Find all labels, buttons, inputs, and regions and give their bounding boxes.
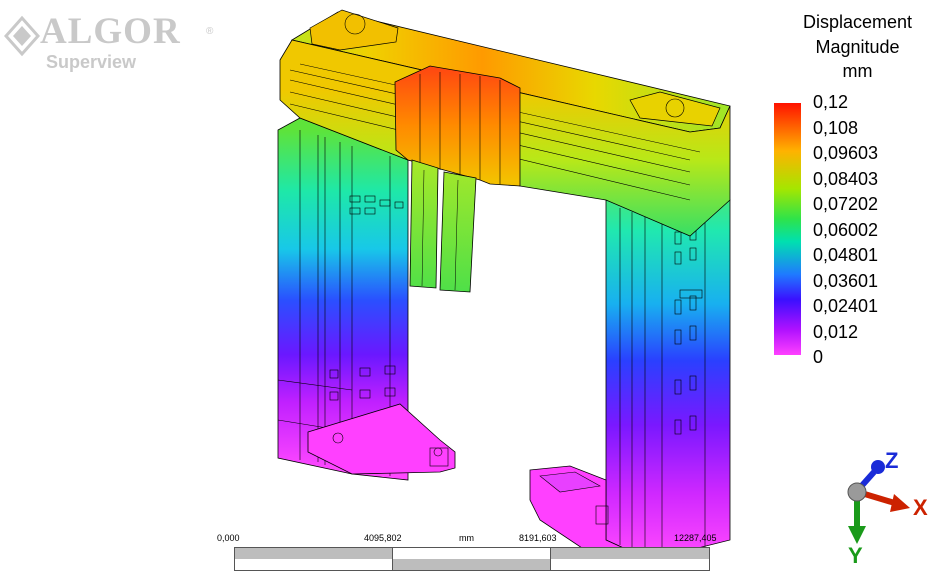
y-axis-label: Y xyxy=(848,543,863,568)
legend-value: 0 xyxy=(813,347,824,367)
legend-value: 0,108 xyxy=(813,117,859,138)
legend-title: Displacement Magnitude mm xyxy=(770,10,945,84)
z-axis-label: Z xyxy=(885,448,899,473)
legend-value: 0,04801 xyxy=(813,245,879,265)
scale-segment xyxy=(393,559,551,570)
logo-registered-mark: ® xyxy=(206,26,214,37)
scale-tick-label: 0,000 xyxy=(217,533,240,543)
legend-value: 0,09603 xyxy=(813,143,879,163)
logo-subtitle: Superview xyxy=(46,52,137,72)
scale-segment xyxy=(235,559,393,570)
deformed-gantry-model[interactable] xyxy=(262,8,734,563)
legend-value: 0,03601 xyxy=(813,270,879,291)
legend-title-line: Magnitude xyxy=(815,36,900,57)
legend-value: 0,06002 xyxy=(813,219,879,240)
scale-tick-label: 12287,405 xyxy=(674,533,717,543)
algor-logo: ALGOR ® Superview xyxy=(4,8,234,72)
legend-color-bar xyxy=(774,103,801,355)
scale-bar: 0,000 4095,802 mm 8191,603 12287,405 xyxy=(200,533,740,573)
legend-value: 0,08403 xyxy=(813,168,879,189)
algor-diamond-icon xyxy=(4,15,41,57)
scale-tick-label: 4095,802 xyxy=(364,533,402,543)
scale-segment xyxy=(551,559,709,570)
scale-segment xyxy=(235,548,393,559)
legend-value: 0,07202 xyxy=(813,194,879,214)
legend-title-line: Displacement xyxy=(802,12,913,32)
legend-value: 0,12 xyxy=(813,92,849,112)
scale-bar-graphic xyxy=(234,547,710,571)
scale-segment xyxy=(551,548,709,559)
axis-triad[interactable]: Z X Y xyxy=(838,448,943,573)
legend-value: 0,02401 xyxy=(813,296,879,316)
x-axis-label: X xyxy=(913,495,928,520)
legend-value: 0,012 xyxy=(813,321,859,342)
legend-units: mm xyxy=(842,61,873,81)
scale-units: mm xyxy=(459,533,474,543)
scale-tick-label: 8191,603 xyxy=(519,533,557,543)
logo-title: ALGOR xyxy=(40,11,181,52)
scale-segment xyxy=(393,548,551,559)
legend-labels: 0,12 0,108 0,09603 0,08403 0,07202 0,060… xyxy=(813,91,933,367)
